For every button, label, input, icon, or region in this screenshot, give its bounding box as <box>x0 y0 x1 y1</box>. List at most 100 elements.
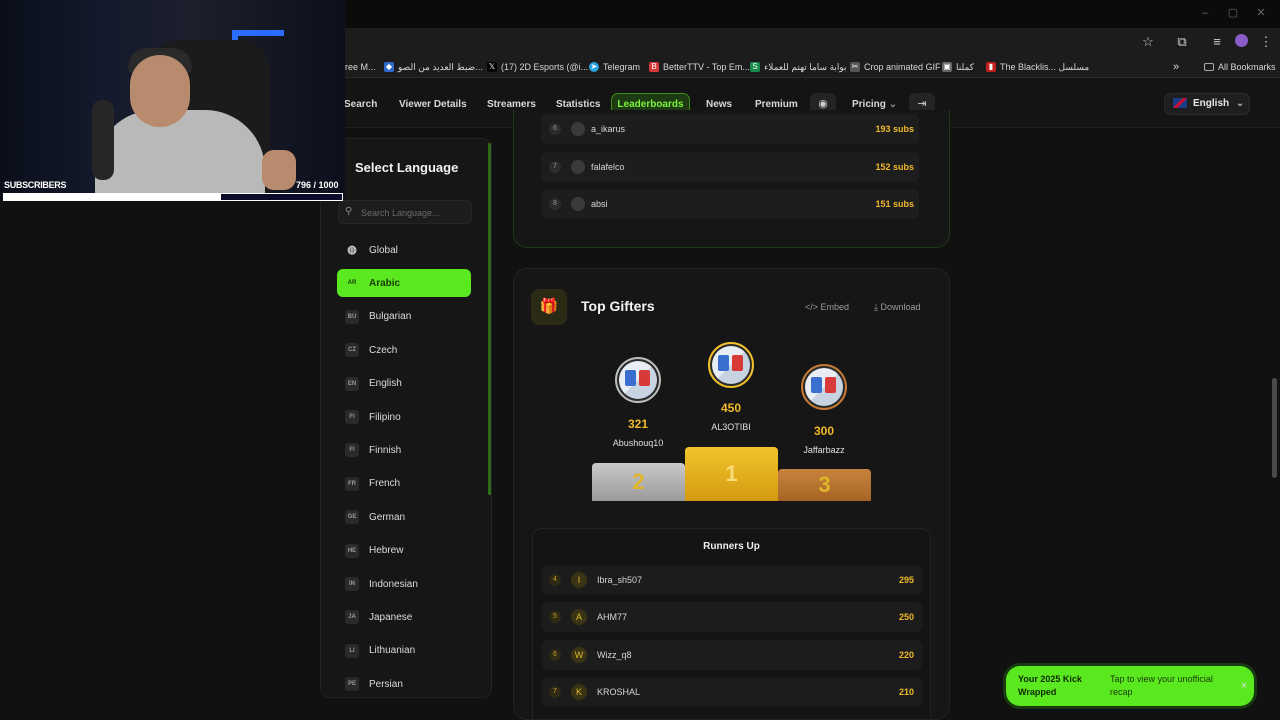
media-icon[interactable]: ≡ <box>1209 34 1225 50</box>
rank-badge: 4 <box>549 574 561 586</box>
avatar <box>571 122 585 136</box>
language-code: CZ <box>345 343 359 358</box>
avatar[interactable] <box>615 357 661 403</box>
chevron-down-icon: ⌄ <box>1235 98 1245 109</box>
language-panel-title: Select Language <box>355 160 459 175</box>
page-scrollbar[interactable] <box>1272 378 1277 478</box>
runner-name: Wizz_q8 <box>597 649 632 660</box>
code-icon: </> <box>805 302 819 312</box>
runners-up-title: Runners Up <box>703 541 760 552</box>
language-item[interactable]: LI Lithuanian <box>337 637 471 665</box>
bookmark-item[interactable]: 𝕏 (17) 2D Esports (@i... <box>487 60 588 74</box>
close-window-icon[interactable]: ✕ <box>1254 6 1268 20</box>
nav-search[interactable]: Search <box>344 98 377 112</box>
download-button[interactable]: ⤓ Download <box>874 300 921 314</box>
runner-value: 250 <box>898 612 914 623</box>
language-item[interactable]: FI Finnish <box>337 436 471 464</box>
download-icon: ⤓ <box>874 302 878 312</box>
bookmark-item[interactable]: B BetterTTV - Top Em... <box>649 60 750 74</box>
embed-button[interactable]: </> Embed <box>805 300 849 314</box>
language-label: Finnish <box>369 444 402 456</box>
bookmark-item[interactable]: ➤ Telegram <box>589 60 640 74</box>
language-item[interactable]: HE Hebrew <box>337 537 471 565</box>
language-label: Filipino <box>369 411 401 423</box>
webcam-overlay <box>0 0 345 200</box>
bookmark-item[interactable]: ree M... <box>345 60 376 74</box>
language-label: English <box>369 378 402 390</box>
profile-icon[interactable] <box>1233 34 1249 50</box>
language-item[interactable]: AR Arabic <box>337 269 471 298</box>
all-bookmarks[interactable]: All Bookmarks <box>1204 60 1276 74</box>
language-item[interactable]: FR French <box>337 470 471 498</box>
nav-viewer-details[interactable]: Viewer Details <box>399 98 467 112</box>
list-item[interactable]: 6 W Wizz_q8 220 <box>542 639 922 670</box>
podium-block-first: 1 <box>685 447 778 501</box>
rank-badge: 5 <box>549 611 561 624</box>
runner-name: KROSHAL <box>597 686 641 697</box>
subscriber-goal-bar <box>3 193 343 201</box>
podium-value: 300 <box>813 424 835 438</box>
bookmark-item[interactable]: ✂ Crop animated GIF <box>850 60 941 74</box>
language-item[interactable]: CZ Czech <box>337 336 471 364</box>
avatar <box>571 197 585 211</box>
row-value: 152 subs <box>875 161 914 172</box>
language-item[interactable]: EN English <box>337 370 471 398</box>
language-item[interactable]: ◍ Global <box>337 236 471 264</box>
language-search-input[interactable] <box>361 205 466 221</box>
language-code: PE <box>345 677 359 692</box>
close-icon[interactable]: × <box>1238 680 1250 692</box>
maximize-icon[interactable]: ▢ <box>1226 6 1240 20</box>
podium-name[interactable]: Jaffarbazz <box>774 445 874 455</box>
language-item[interactable]: PE Persian <box>337 670 471 698</box>
menu-icon[interactable]: ⋮ <box>1258 34 1274 50</box>
bookmark-item[interactable]: ▮ The Blacklis... مسلسل <box>986 60 1089 74</box>
row-name: a_ikarus <box>591 124 626 134</box>
language-item[interactable]: IN Indonesian <box>337 570 471 598</box>
language-code: IN <box>345 577 359 591</box>
list-item[interactable]: 5 A AHM77 250 <box>542 602 922 633</box>
list-item[interactable]: 7 K KROSHAL 210 <box>542 676 922 707</box>
podium-name[interactable]: Abushouq10 <box>588 438 688 448</box>
language-selector[interactable]: English ⌄ <box>1164 93 1250 115</box>
language-search[interactable]: ⚲ <box>338 200 472 224</box>
table-row[interactable]: 7 falafelco 152 subs <box>541 151 919 182</box>
list-item[interactable]: 4 I Ibra_sh507 295 <box>542 565 922 595</box>
extensions-icon[interactable]: ⧉ <box>1174 34 1190 50</box>
language-panel-scrollbar[interactable] <box>488 143 491 495</box>
avatar[interactable] <box>801 364 847 410</box>
rank-badge: 6 <box>549 648 561 661</box>
minimize-icon[interactable]: – <box>1198 6 1212 20</box>
star-icon[interactable]: ☆ <box>1140 34 1156 50</box>
language-item[interactable]: BU Bulgarian <box>337 303 471 331</box>
diamond-icon: ◆ <box>384 62 394 72</box>
language-item[interactable]: JA Japanese <box>337 603 471 631</box>
podium-block-third: 3 <box>778 469 871 501</box>
language-code: JA <box>345 610 359 625</box>
runner-name: AHM77 <box>597 612 628 623</box>
table-row[interactable]: 8 absi 151 subs <box>541 189 919 219</box>
toast-text: Tap to view your unofficial recap <box>1110 674 1213 697</box>
podium-block-second: 2 <box>592 463 685 501</box>
language-code: FI <box>345 410 359 424</box>
avatar: K <box>571 683 587 700</box>
language-code: EN <box>345 376 359 391</box>
rank-badge: 6 <box>549 123 561 135</box>
bookmark-item[interactable]: ▣ كملنا <box>942 60 974 74</box>
chevron-down-icon: ⌄ <box>888 99 898 110</box>
avatar[interactable] <box>708 342 754 388</box>
avatar <box>571 159 585 174</box>
language-item[interactable]: FI Filipino <box>337 403 471 431</box>
row-name: absi <box>591 199 608 209</box>
table-row[interactable]: 6 a_ikarus 193 subs <box>541 114 919 144</box>
bookmark-item[interactable]: ◆ ضبط العديد من الصو... <box>384 60 483 74</box>
language-item[interactable]: GE German <box>337 503 471 531</box>
bookmark-item[interactable]: S بوابة ساما تهتم للعملاء <box>750 60 847 74</box>
gift-icon: 🎁 <box>531 289 567 325</box>
bookmark-icon: ▮ <box>986 62 996 72</box>
language-label: Japanese <box>369 611 413 623</box>
language-label: French <box>369 478 401 490</box>
language-code: FR <box>345 476 359 491</box>
podium-name[interactable]: AL3OTIBI <box>681 422 781 432</box>
runner-value: 210 <box>898 686 914 697</box>
bookmarks-overflow-icon[interactable]: » <box>1173 60 1179 74</box>
